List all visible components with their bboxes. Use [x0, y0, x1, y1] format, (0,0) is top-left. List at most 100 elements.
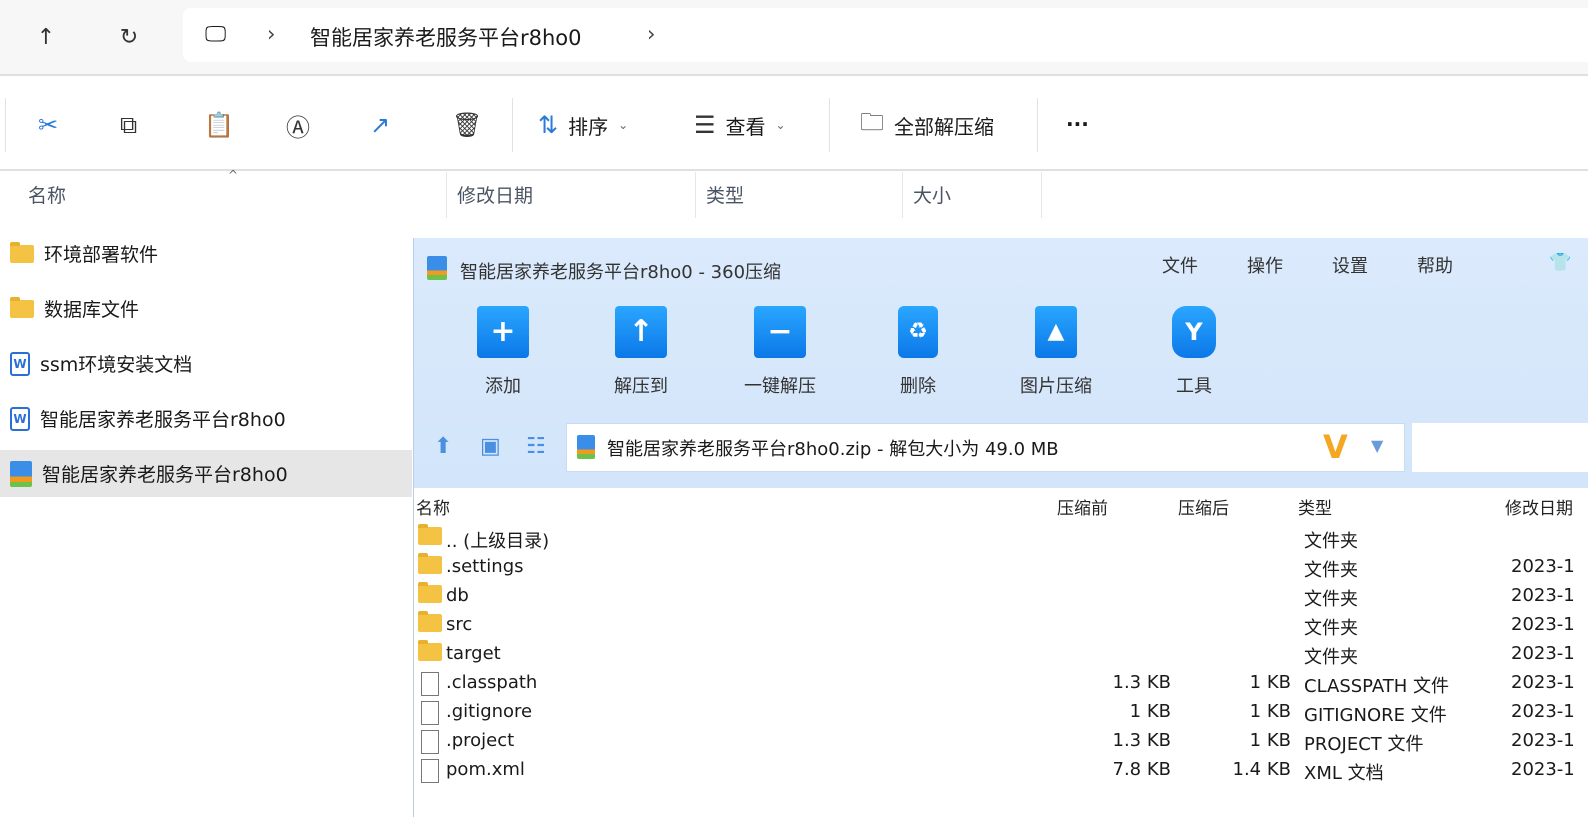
- share-button[interactable]: ↗: [370, 108, 390, 142]
- file-icon: [421, 672, 439, 696]
- word-doc-icon: W: [10, 406, 30, 431]
- row-date: 2023-1: [1511, 556, 1575, 577]
- column-header-date[interactable]: 修改日期: [447, 172, 696, 218]
- row-name: .gitignore: [446, 701, 533, 722]
- row-date: 2023-1: [1511, 759, 1575, 780]
- folder-icon: [10, 241, 34, 263]
- recycle-bin-icon: ♻: [898, 306, 938, 358]
- tools-button[interactable]: Y 工具: [1139, 306, 1249, 398]
- sort-icon: ⇅: [538, 111, 559, 139]
- sort-label: 排序: [568, 114, 609, 139]
- image-compress-button[interactable]: ▲ 图片压缩: [1001, 306, 1111, 398]
- scissors-icon: ✂: [38, 111, 59, 139]
- column-header-name[interactable]: 名称: [416, 494, 450, 519]
- archive-path-bar[interactable]: 智能居家养老服务平台r8ho0.zip - 解包大小为 49.0 MB V ▼: [566, 423, 1405, 472]
- column-header-before[interactable]: 压缩前: [1057, 494, 1108, 519]
- folder-icon: [418, 553, 442, 574]
- image-file-icon: ▲: [1035, 306, 1077, 358]
- thumbnail-view-icon[interactable]: ▣: [480, 434, 501, 459]
- table-row[interactable]: src 文件夹 2023-1: [414, 611, 1588, 640]
- folder-icon: [418, 524, 442, 545]
- breadcrumb-item[interactable]: 智能居家养老服务平台r8ho0: [310, 22, 582, 52]
- window-title: 智能居家养老服务平台r8ho0 - 360压缩: [460, 262, 782, 283]
- one-click-extract-button[interactable]: − 一键解压: [725, 306, 835, 398]
- row-name: pom.xml: [446, 759, 525, 780]
- menu-help[interactable]: 帮助: [1417, 252, 1453, 278]
- word-doc-icon: W: [10, 351, 30, 376]
- trash-icon: 🗑: [452, 111, 483, 139]
- extract-to-button[interactable]: ↑ 解压到: [586, 306, 696, 398]
- button-label: 添加: [485, 376, 521, 397]
- zip-icon: [577, 435, 595, 459]
- list-item-selected[interactable]: 智能居家养老服务平台r8ho0: [0, 450, 412, 497]
- delete-button[interactable]: 🗑: [452, 108, 482, 142]
- share-icon: ↗: [370, 111, 391, 139]
- delete-button[interactable]: ♻ 删除: [863, 306, 973, 398]
- menu-settings[interactable]: 设置: [1332, 252, 1368, 278]
- folder-icon: [418, 582, 442, 603]
- address-bar[interactable]: 🖵 › 智能居家养老服务平台r8ho0 ›: [183, 8, 1588, 62]
- column-header-type[interactable]: 类型: [1298, 494, 1332, 519]
- copy-icon: ⧉: [120, 111, 138, 139]
- skin-icon[interactable]: 👕: [1549, 252, 1571, 273]
- copy-button[interactable]: ⧉: [120, 108, 137, 142]
- item-name: 智能居家养老服务平台r8ho0: [42, 464, 288, 486]
- list-item[interactable]: W 智能居家养老服务平台r8ho0: [0, 395, 412, 442]
- 360zip-window: 智能居家养老服务平台r8ho0 - 360压缩 文件 操作 设置 帮助 👕 + 添…: [413, 238, 1588, 817]
- table-row[interactable]: target 文件夹 2023-1: [414, 640, 1588, 669]
- rename-button[interactable]: Ⓐ: [286, 108, 310, 142]
- address-bar-area: ↑ ↻ 🖵 › 智能居家养老服务平台r8ho0 ›: [0, 0, 1588, 76]
- table-row[interactable]: .settings 文件夹 2023-1: [414, 553, 1588, 582]
- table-row[interactable]: db 文件夹 2023-1: [414, 582, 1588, 611]
- table-row[interactable]: .. (上级目录) 文件夹: [414, 524, 1588, 553]
- up-arrow-icon[interactable]: ↑: [28, 20, 64, 56]
- button-label: 删除: [900, 376, 936, 397]
- list-item[interactable]: 环境部署软件: [0, 230, 412, 277]
- paste-button[interactable]: 📋: [204, 108, 234, 142]
- dropdown-arrow-icon[interactable]: ▼: [1371, 436, 1383, 455]
- tools-icon: Y: [1172, 306, 1216, 358]
- column-header-after[interactable]: 压缩后: [1178, 494, 1229, 519]
- up-level-icon[interactable]: ⬆: [434, 434, 452, 459]
- row-name: .. (上级目录): [446, 531, 550, 552]
- v-logo-icon[interactable]: V: [1323, 428, 1348, 466]
- row-date: 2023-1: [1511, 701, 1575, 722]
- table-row[interactable]: .gitignore 1 KB 1 KB GITIGNORE 文件 2023-1: [414, 698, 1588, 727]
- column-header-name[interactable]: 名称: [18, 172, 447, 218]
- row-name: db: [446, 585, 469, 606]
- rename-icon: Ⓐ: [286, 113, 310, 142]
- list-item[interactable]: Wssm环境安装文档: [0, 340, 412, 387]
- list-view-icon[interactable]: ☷: [526, 434, 546, 459]
- add-button[interactable]: + 添加: [448, 306, 558, 398]
- menu-operate[interactable]: 操作: [1247, 252, 1283, 278]
- row-name: .settings: [446, 556, 524, 577]
- chevron-right-icon[interactable]: ›: [647, 22, 655, 46]
- chevron-down-icon: ⌄: [618, 118, 629, 132]
- table-row[interactable]: .classpath 1.3 KB 1 KB CLASSPATH 文件 2023-1: [414, 669, 1588, 698]
- item-name: ssm环境安装文档: [40, 354, 193, 376]
- refresh-icon[interactable]: ↻: [111, 20, 147, 56]
- row-type: 文件夹: [1304, 560, 1358, 581]
- row-type: XML 文档: [1304, 763, 1384, 784]
- menu-file[interactable]: 文件: [1162, 252, 1198, 278]
- row-type: 文件夹: [1304, 589, 1358, 610]
- cut-button[interactable]: ✂: [38, 108, 58, 142]
- table-row[interactable]: .project 1.3 KB 1 KB PROJECT 文件 2023-1: [414, 727, 1588, 756]
- list-item[interactable]: 数据库文件: [0, 285, 412, 332]
- column-header-size[interactable]: 大小: [903, 172, 1042, 218]
- file-icon: [421, 759, 439, 783]
- extract-all-button[interactable]: 🗀 全部解压缩: [860, 108, 994, 142]
- row-name: target: [446, 643, 501, 664]
- sort-button[interactable]: ⇅ 排序 ⌄: [538, 108, 628, 142]
- view-button[interactable]: ☰ 查看 ⌄: [694, 108, 786, 142]
- search-box[interactable]: [1412, 423, 1588, 472]
- column-header-date[interactable]: 修改日期: [1505, 494, 1573, 519]
- more-button[interactable]: ...: [1066, 102, 1089, 136]
- row-size-before: 1.3 KB: [1112, 672, 1172, 693]
- folder-extract-icon: 🗀: [860, 107, 884, 136]
- table-row[interactable]: pom.xml 7.8 KB 1.4 KB XML 文档 2023-1: [414, 756, 1588, 785]
- computer-icon: 🖵: [205, 22, 227, 47]
- view-label: 查看: [725, 114, 766, 139]
- column-header-type[interactable]: 类型: [696, 172, 903, 218]
- button-label: 图片压缩: [1020, 376, 1092, 397]
